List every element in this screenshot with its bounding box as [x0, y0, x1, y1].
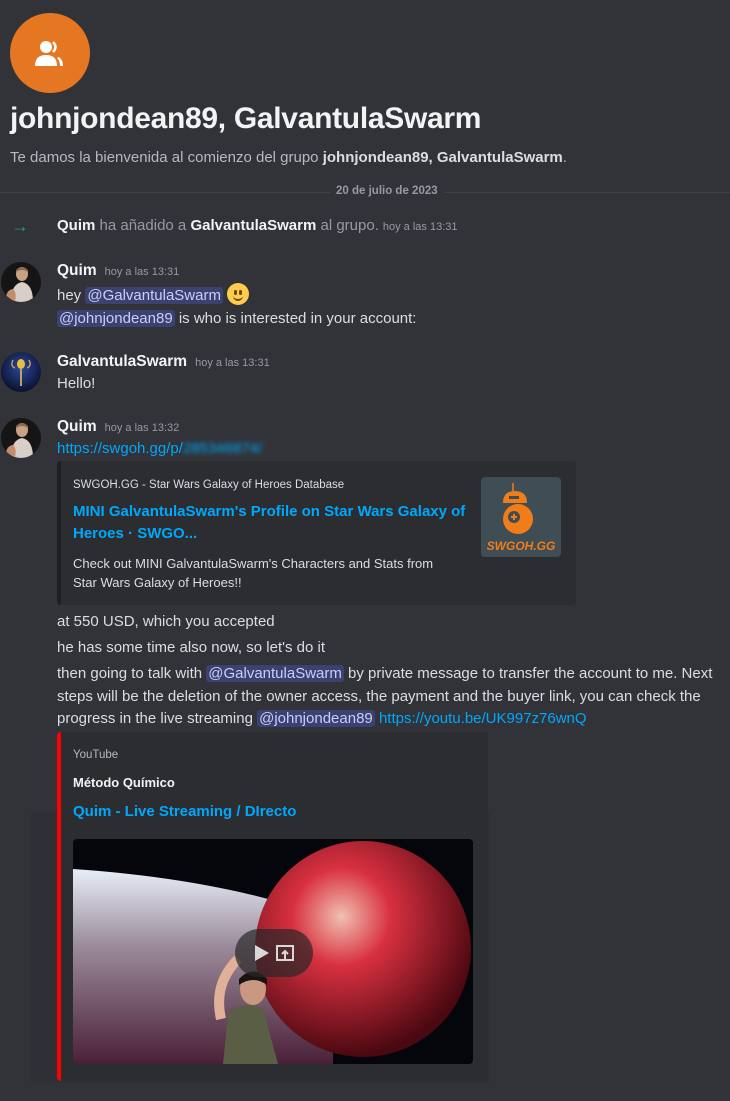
avatar-galvantulaswarm-image [1, 352, 41, 392]
open-external-icon[interactable] [276, 944, 294, 962]
message-header: Quim hoy a las 13:32 [57, 418, 179, 436]
embed-thumbnail[interactable]: SWGOH.GG [481, 477, 561, 557]
author-name[interactable]: GalvantulaSwarm [57, 353, 187, 370]
embed-title-line[interactable]: Heroes · SWGO... [73, 523, 465, 545]
message-text-prefix: hey [57, 287, 86, 304]
group-users-icon [35, 41, 63, 66]
link-embed-swgoh: SWGOH.GG - Star Wars Galaxy of Heroes Da… [57, 461, 576, 605]
system-action: ha añadido a [95, 217, 191, 234]
mention-johnjondean89[interactable]: @johnjondean89 [257, 710, 375, 727]
slightly-smiling-face-icon [226, 283, 249, 305]
avatar-quim[interactable] [1, 418, 41, 458]
swgoh-link-redacted[interactable]: 285346874/ [183, 440, 262, 457]
video-thumbnail[interactable] [73, 839, 473, 1064]
message-text-prefix: then going to talk with [57, 665, 207, 682]
avatar-quim[interactable] [1, 262, 41, 302]
message-text: hey @GalvantulaSwarm [57, 283, 249, 305]
date-divider-label: 20 de julio de 2023 [330, 185, 444, 197]
swgoh-link[interactable]: https://swgoh.gg/p/ [57, 440, 183, 457]
message-text: he has some time also now, so let's do i… [57, 639, 326, 656]
arrow-right-icon: → [11, 216, 29, 236]
message-text-body: is who is interested in your account: [174, 310, 417, 327]
link-embed-youtube: YouTube Método Químico Quim - Live Strea… [57, 732, 488, 1081]
embed-title[interactable]: MINI GalvantulaSwarm's Profile on Star W… [73, 501, 465, 545]
author-name[interactable]: Quim [57, 262, 97, 279]
embed-description: Check out MINI GalvantulaSwarm's Charact… [73, 554, 433, 592]
embed-author[interactable]: Método Químico [73, 775, 175, 790]
message-text: steps will be the deletion of the owner … [57, 688, 701, 705]
embed-provider[interactable]: SWGOH.GG - Star Wars Galaxy of Heroes Da… [73, 479, 344, 491]
system-actor[interactable]: Quim [57, 217, 95, 234]
mention-galvantulaswarm[interactable]: @GalvantulaSwarm [85, 287, 223, 304]
timestamp: hoy a las 13:31 [382, 221, 458, 233]
message-text: progress in the live streaming @johnjond… [57, 710, 587, 727]
avatar-quim-image [1, 262, 41, 302]
message-header: Quim hoy a las 13:31 [57, 262, 179, 280]
youtube-link[interactable]: https://youtu.be/UK997z76wnQ [379, 710, 587, 727]
embed-title-line[interactable]: MINI GalvantulaSwarm's Profile on Star W… [73, 501, 465, 523]
embed-description-line: Check out MINI GalvantulaSwarm's Charact… [73, 556, 434, 571]
message-header: GalvantulaSwarm hoy a las 13:31 [57, 353, 270, 371]
welcome-prefix: Te damos la bienvenida al comienzo del g… [10, 149, 323, 166]
group-title: johnjondean89, GalvantulaSwarm [10, 102, 482, 135]
embed-provider[interactable]: YouTube [73, 749, 118, 761]
timestamp: hoy a las 13:31 [195, 357, 270, 369]
video-controls[interactable] [235, 929, 313, 977]
system-message: Quim ha añadido a GalvantulaSwarm al gru… [57, 217, 458, 234]
system-suffix: al grupo. [316, 217, 379, 234]
welcome-text: Te damos la bienvenida al comienzo del g… [10, 149, 567, 166]
play-icon[interactable] [254, 944, 270, 962]
mention-johnjondean89[interactable]: @johnjondean89 [57, 310, 175, 327]
message-text-prefix: progress in the live streaming [57, 710, 258, 727]
avatar-galvantulaswarm[interactable] [1, 352, 41, 392]
welcome-suffix: . [562, 149, 567, 166]
avatar-quim-image [1, 418, 41, 458]
embed-description-line: Star Wars Galaxy of Heroes!! [73, 575, 242, 590]
bb8-logo-icon: SWGOH.GG [487, 483, 556, 553]
message-text: then going to talk with @GalvantulaSwarm… [57, 665, 712, 682]
author-name[interactable]: Quim [57, 418, 97, 435]
message-text: at 550 USD, which you accepted [57, 613, 275, 630]
embed-title[interactable]: Quim - Live Streaming / DIrecto [73, 801, 296, 823]
message-text: https://swgoh.gg/p/285346874/ [57, 440, 262, 457]
group-avatar [10, 13, 90, 93]
welcome-group-name: johnjondean89, GalvantulaSwarm [322, 149, 563, 166]
timestamp: hoy a las 13:31 [104, 266, 180, 278]
message-text: Hello! [57, 375, 96, 392]
message-text-suffix: by private message to transfer the accou… [343, 665, 713, 682]
thumbnail-text: SWGOH.GG [487, 539, 556, 553]
timestamp: hoy a las 13:32 [104, 422, 180, 434]
mention-galvantulaswarm[interactable]: @GalvantulaSwarm [206, 665, 344, 682]
message-text: @johnjondean89 is who is interested in y… [57, 310, 416, 327]
system-target[interactable]: GalvantulaSwarm [190, 217, 316, 234]
